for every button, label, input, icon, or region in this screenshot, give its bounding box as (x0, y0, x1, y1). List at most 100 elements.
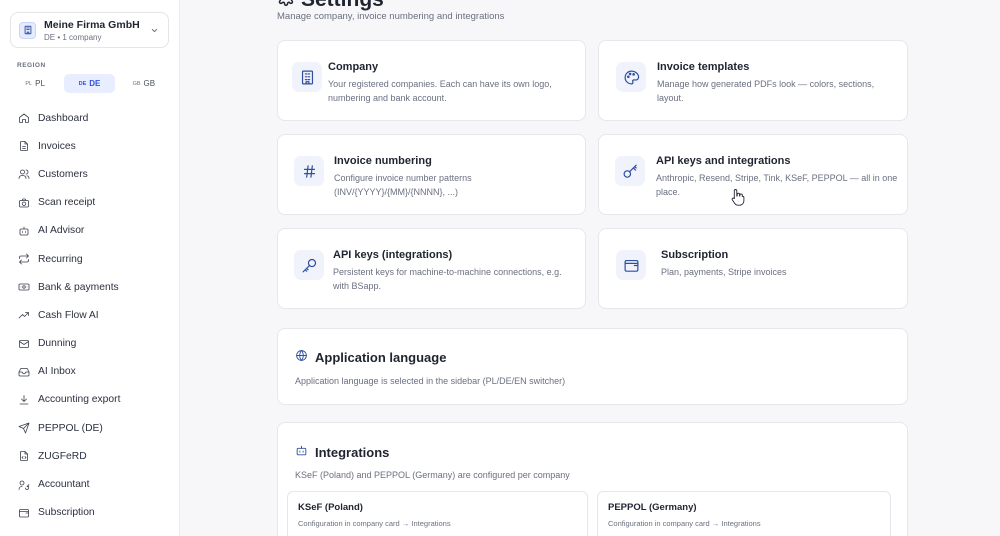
sidebar-item-dunning[interactable]: Dunning (10, 330, 169, 358)
sidebar-item-accountant[interactable]: Accountant (10, 470, 169, 498)
application-language-section: Application language Application languag… (277, 328, 908, 405)
sidebar-item-label: Customers (38, 168, 88, 180)
section-title-text: Application language (315, 349, 447, 365)
card-description: Your registered companies. Each can have… (328, 79, 552, 103)
sidebar-item-subscription[interactable]: Subscription (10, 499, 169, 527)
sidebar-item-label: Accountant (38, 479, 90, 491)
sidebar-item-peppol[interactable]: PEPPOL (DE) (10, 414, 169, 442)
bot-icon (18, 225, 30, 237)
sidebar-item-invoices[interactable]: Invoices (10, 132, 169, 160)
banknote-icon (18, 281, 30, 293)
sidebar-item-scan-receipt[interactable]: Scan receipt (10, 189, 169, 217)
inbox-icon (18, 366, 30, 378)
bot-icon (295, 444, 308, 460)
settings-main: Settings Manage company, invoice numberi… (180, 0, 1000, 536)
sidebar-item-cash-flow-ai[interactable]: Cash Flow AI (10, 301, 169, 329)
sidebar-item-label: AI Advisor (38, 225, 85, 237)
wallet-icon (616, 250, 646, 280)
sidebar: Meine Firma GmbH DE • 1 company REGION P… (0, 0, 180, 536)
sidebar-item-label: Dashboard (38, 112, 89, 124)
subscription-card[interactable]: Subscription Plan, payments, Stripe invo… (598, 228, 908, 309)
region-flag-code: DE (78, 80, 87, 87)
card-title: Invoice templates (657, 61, 750, 73)
region-option-label: DE (89, 79, 101, 88)
sidebar-item-label: Accounting export (38, 394, 121, 406)
sidebar-item-bank-payments[interactable]: Bank & payments (10, 273, 169, 301)
page-subtitle: Manage company, invoice numbering and in… (277, 11, 505, 22)
hand-pointer-icon (731, 188, 745, 206)
company-card[interactable]: Company Your registered companies. Each … (277, 40, 586, 121)
download-icon (18, 394, 30, 406)
palette-icon (616, 62, 646, 92)
region-option-label: PL (35, 79, 45, 88)
sidebar-item-label: Dunning (38, 338, 77, 350)
region-label: REGION (17, 62, 46, 69)
peppol-card[interactable]: PEPPOL (Germany) Configuration in compan… (597, 491, 891, 536)
card-title: Invoice numbering (334, 155, 432, 167)
api-keys-integrations-card[interactable]: API keys and integrations Anthropic, Res… (598, 134, 908, 215)
sidebar-item-label: ZUGFeRD (38, 450, 87, 462)
card-description: Configure invoice number patterns (INV/{… (334, 173, 472, 197)
card-title: API keys (integrations) (333, 249, 453, 261)
key-icon (615, 156, 645, 186)
region-switcher: PL PL DE DE GB GB (10, 74, 169, 93)
home-icon (18, 112, 30, 124)
integration-description: Configuration in company card → Integrat… (298, 519, 451, 528)
sidebar-item-dashboard[interactable]: Dashboard (10, 104, 169, 132)
sidebar-item-label: PEPPOL (DE) (38, 422, 103, 434)
building-icon (292, 62, 322, 92)
invoice-templates-card[interactable]: Invoice templates Manage how generated P… (598, 40, 908, 121)
sidebar-item-recurring[interactable]: Recurring (10, 245, 169, 273)
hash-icon (294, 156, 324, 186)
sidebar-item-label: Subscription (38, 507, 95, 519)
wallet-icon (18, 507, 30, 519)
sidebar-item-zugferd[interactable]: ZUGFeRD (10, 442, 169, 470)
sidebar-item-label: Invoices (38, 140, 76, 152)
user-key-icon (18, 479, 30, 491)
section-title-text: Integrations (315, 444, 390, 460)
section-description: KSeF (Poland) and PEPPOL (Germany) are c… (295, 470, 570, 480)
card-description: Persistent keys for machine-to-machine c… (333, 267, 562, 291)
send-icon (18, 422, 30, 434)
integrations-section: Integrations KSeF (Poland) and PEPPOL (G… (277, 422, 908, 536)
company-name: Meine Firma GmbH (44, 18, 140, 31)
building-icon (19, 21, 36, 39)
card-title: Subscription (661, 249, 729, 261)
card-description: Plan, payments, Stripe invoices (661, 267, 787, 277)
card-description: Manage how generated PDFs look — colors,… (657, 79, 875, 103)
file-code-icon (18, 450, 30, 462)
integration-title: PEPPOL (Germany) (608, 502, 697, 513)
sidebar-nav: Dashboard Invoices Customers Scan receip… (10, 104, 169, 527)
integration-description: Configuration in company card → Integrat… (608, 519, 761, 528)
sidebar-item-ai-inbox[interactable]: AI Inbox (10, 358, 169, 386)
key-round-icon (294, 250, 324, 280)
region-flag-code: PL (25, 80, 33, 87)
region-option-label: GB (143, 79, 156, 88)
company-switcher[interactable]: Meine Firma GmbH DE • 1 company (10, 12, 169, 48)
chevron-down-icon (148, 24, 160, 36)
region-option-de[interactable]: DE DE (64, 74, 115, 93)
region-option-gb[interactable]: GB GB (119, 74, 169, 93)
region-option-pl[interactable]: PL PL (10, 74, 60, 93)
sidebar-item-customers[interactable]: Customers (10, 160, 169, 188)
sidebar-item-label: Cash Flow AI (38, 309, 99, 321)
camera-icon (18, 197, 30, 209)
api-keys-card[interactable]: API keys (integrations) Persistent keys … (277, 228, 586, 309)
sidebar-item-accounting-export[interactable]: Accounting export (10, 386, 169, 414)
company-subtitle: DE • 1 company (44, 32, 102, 42)
region-flag-code: GB (132, 80, 141, 87)
sidebar-item-label: AI Inbox (38, 366, 76, 378)
invoice-numbering-card[interactable]: Invoice numbering Configure invoice numb… (277, 134, 586, 215)
card-title: Company (328, 61, 379, 73)
globe-icon (295, 349, 308, 365)
sidebar-item-label: Bank & payments (38, 281, 119, 293)
card-title: API keys and integrations (656, 155, 791, 167)
sidebar-item-label: Scan receipt (38, 197, 96, 209)
integration-title: KSeF (Poland) (298, 502, 363, 513)
mail-icon (18, 338, 30, 350)
repeat-icon (18, 253, 30, 265)
trend-icon (18, 309, 30, 321)
sidebar-item-ai-advisor[interactable]: AI Advisor (10, 217, 169, 245)
users-icon (18, 168, 30, 180)
ksef-card[interactable]: KSeF (Poland) Configuration in company c… (287, 491, 588, 536)
